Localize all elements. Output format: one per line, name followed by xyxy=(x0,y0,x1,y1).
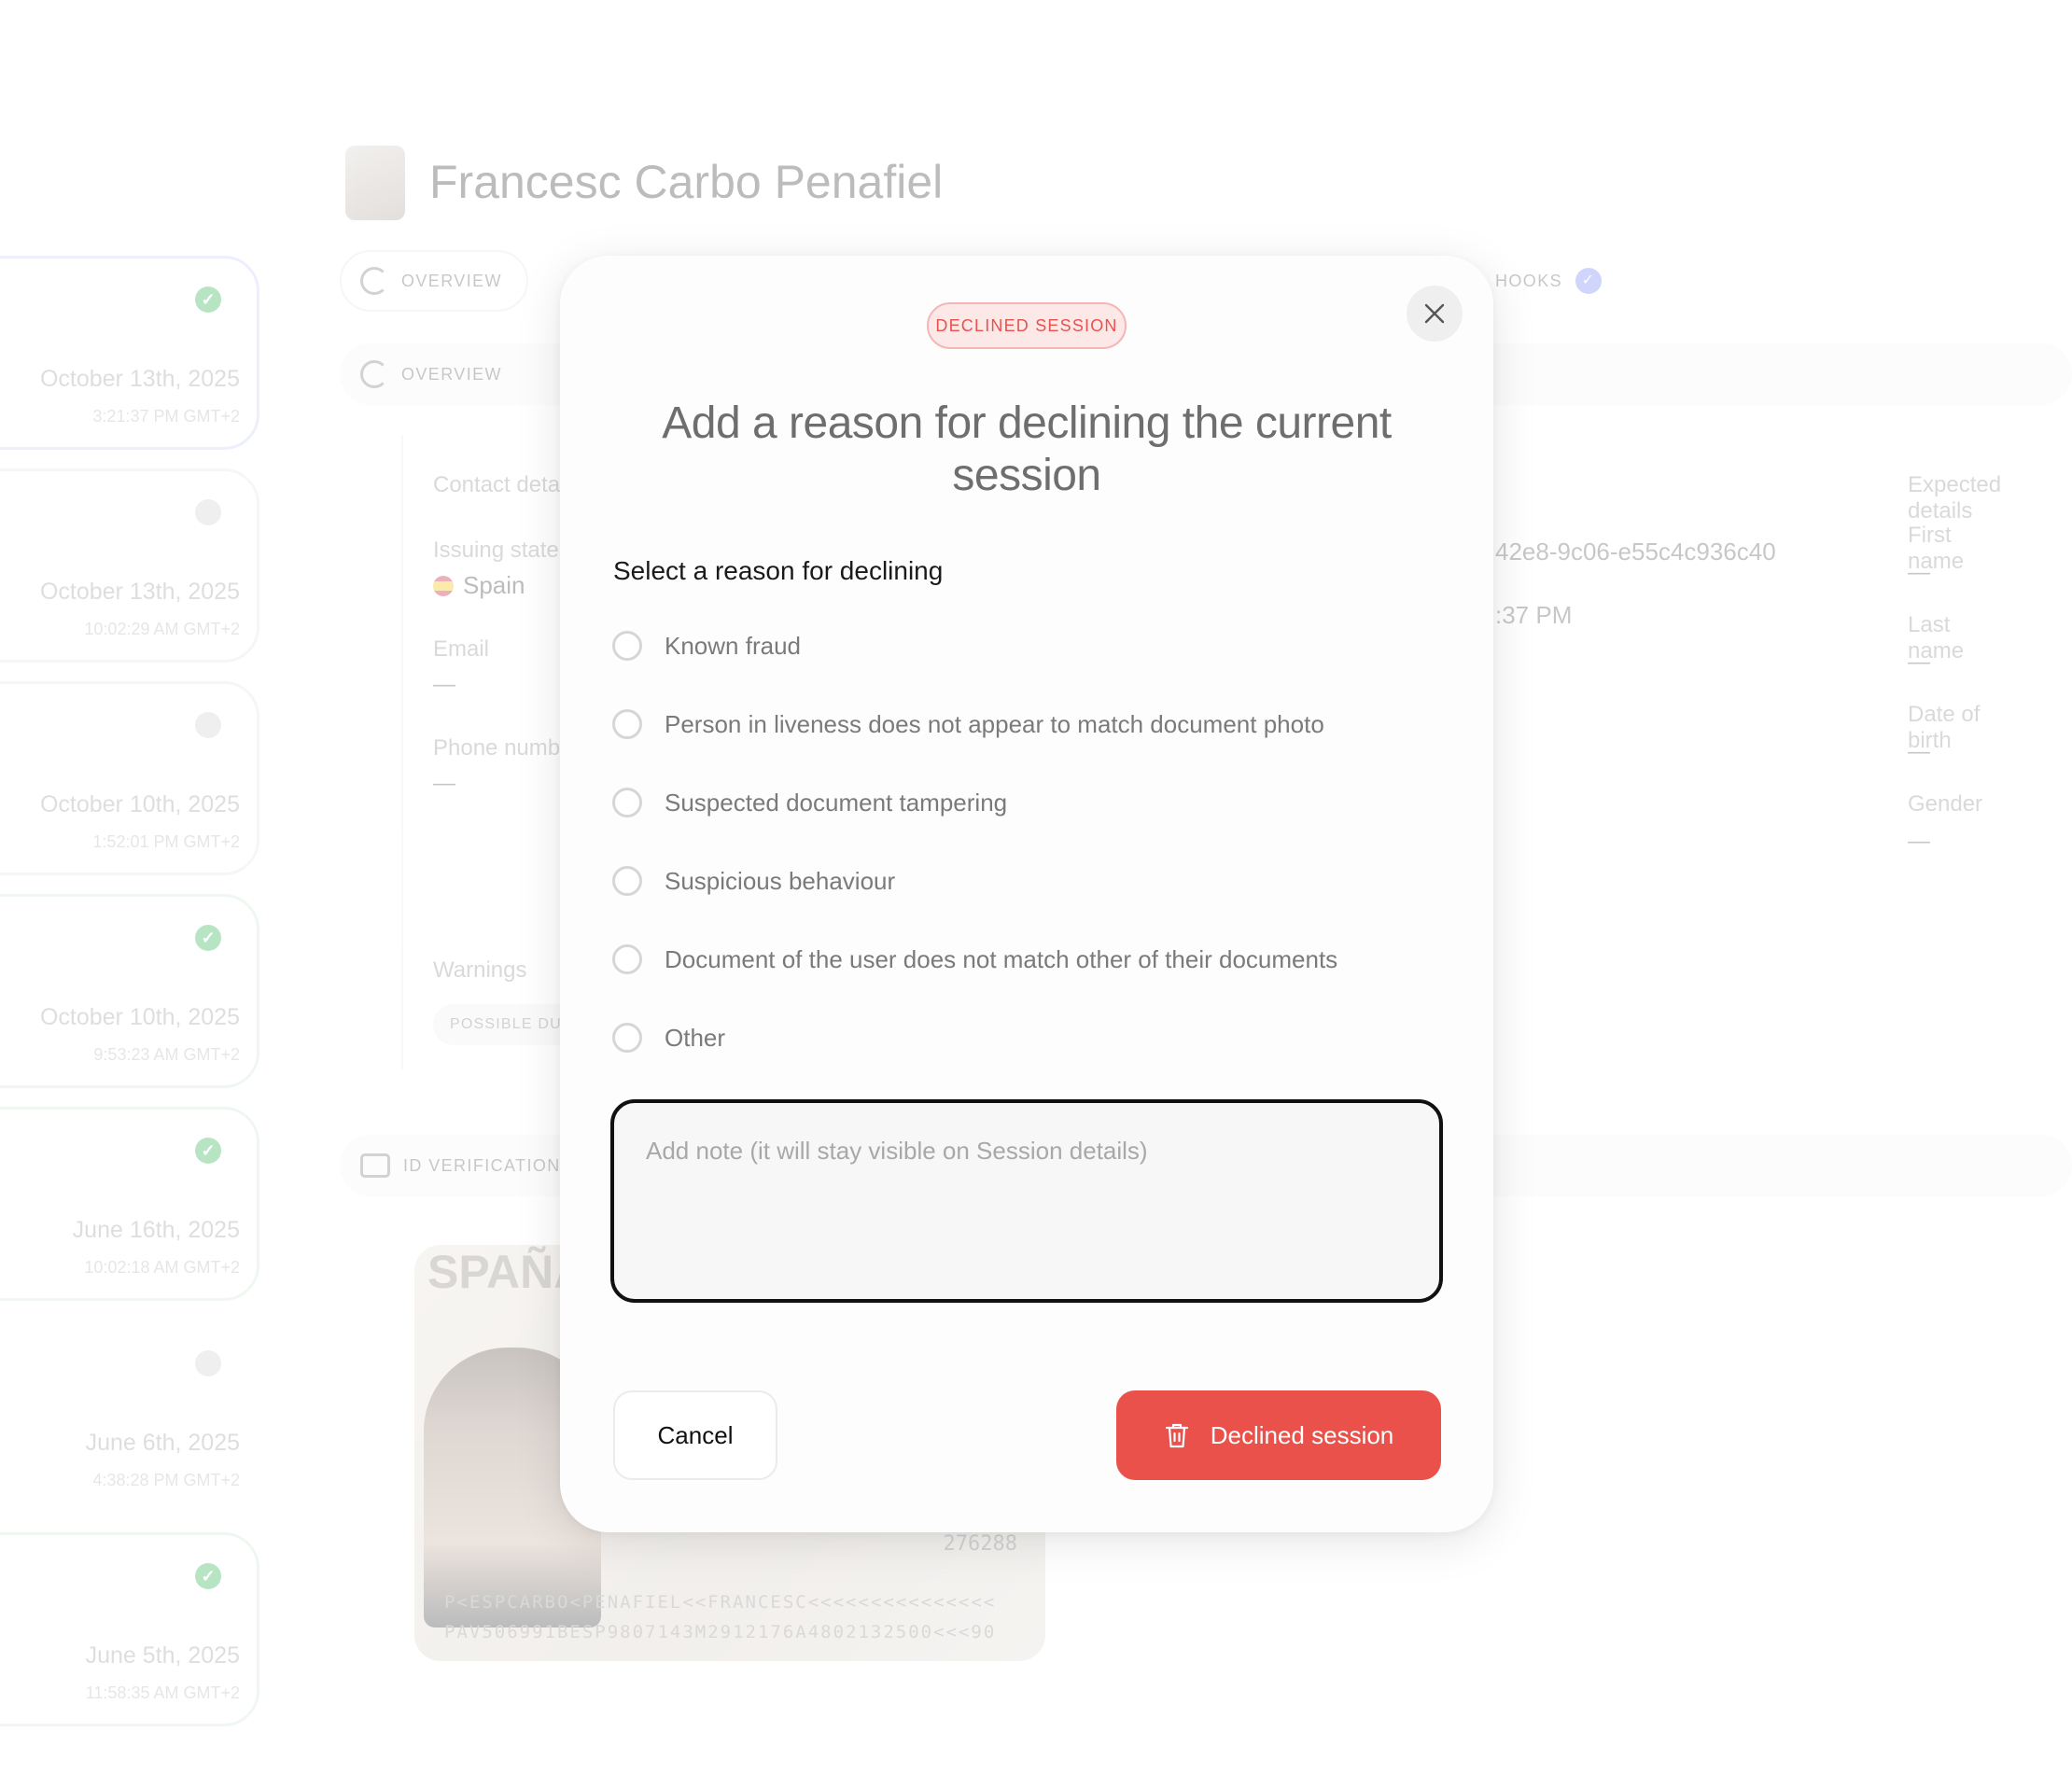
pending-icon xyxy=(195,499,221,525)
tab-webhooks-label: HOOKS xyxy=(1495,271,1563,290)
session-date: October 10th, 2025 xyxy=(39,791,240,817)
reason-label: Suspicious behaviour xyxy=(665,866,896,895)
reason-option-known-fraud[interactable]: Known fraud xyxy=(612,627,801,664)
declined-session-badge: DECLINED SESSION xyxy=(927,302,1127,349)
session-time-value: :37 PM xyxy=(1495,601,1573,629)
reason-label: Suspected document tampering xyxy=(665,788,1008,817)
reason-label: Person in liveness does not appear to ma… xyxy=(665,709,1324,738)
declined-session-button[interactable]: Declined session xyxy=(1116,1390,1441,1480)
session-date: June 16th, 2025 xyxy=(72,1217,240,1243)
email-label: Email xyxy=(433,636,490,662)
session-date: October 13th, 2025 xyxy=(39,579,240,605)
id-number: 276288 xyxy=(943,1532,1017,1556)
gender-value: — xyxy=(1908,829,1930,854)
tab-overview[interactable]: OVERVIEW xyxy=(340,250,528,312)
id-mrz-line: PAV506991BESP9807143M2912176A4802132500<… xyxy=(444,1622,997,1642)
user-avatar xyxy=(345,146,405,220)
radio-button[interactable] xyxy=(612,709,642,739)
cancel-button[interactable]: Cancel xyxy=(613,1390,777,1480)
gender-label: Gender xyxy=(1908,791,1983,817)
verified-check-icon: ✓ xyxy=(195,925,221,951)
session-date: June 5th, 2025 xyxy=(85,1642,240,1669)
radio-button[interactable] xyxy=(612,866,642,896)
verified-check-icon: ✓ xyxy=(195,1138,221,1164)
modal-title: Add a reason for declining the current s… xyxy=(662,398,1392,500)
session-card[interactable]: ✓ June 16th, 2025 10:02:18 AM GMT+2 xyxy=(0,1107,259,1301)
session-card[interactable]: ✓ June 5th, 2025 11:58:35 AM GMT+2 xyxy=(0,1532,259,1726)
tab-overview-label: OVERVIEW xyxy=(401,271,502,290)
radio-button[interactable] xyxy=(612,944,642,974)
overview-icon xyxy=(360,360,388,388)
declined-session-label: Declined session xyxy=(1210,1420,1394,1449)
reason-option-document-tampering[interactable]: Suspected document tampering xyxy=(612,784,1007,821)
session-date: October 10th, 2025 xyxy=(39,1004,240,1030)
last-name-value: — xyxy=(1908,650,1930,675)
reason-label: Known fraud xyxy=(665,631,801,660)
check-icon: ✓ xyxy=(1575,268,1603,294)
session-time: 4:38:28 PM GMT+2 xyxy=(92,1471,240,1489)
reason-option-document-mismatch[interactable]: Document of the user does not match othe… xyxy=(612,941,1337,978)
issuing-state-value: Spain xyxy=(433,571,525,600)
verified-check-icon: ✓ xyxy=(195,1563,221,1589)
issuing-state-label: Issuing state xyxy=(433,538,559,563)
radio-button[interactable] xyxy=(612,631,642,661)
section-overview-label: OVERVIEW xyxy=(401,364,502,384)
issuing-state-text: Spain xyxy=(463,571,525,599)
session-time: 10:02:29 AM GMT+2 xyxy=(84,620,240,638)
reason-option-other[interactable]: Other xyxy=(612,1019,725,1056)
warning-chip: POSSIBLE DU xyxy=(433,1004,579,1045)
session-time: 9:53:23 AM GMT+2 xyxy=(93,1045,240,1064)
session-id-value: 42e8-9c06-e55c4c936c40 xyxy=(1495,538,1776,566)
session-time: 11:58:35 AM GMT+2 xyxy=(85,1683,240,1702)
close-icon xyxy=(1424,303,1445,324)
email-value: — xyxy=(433,672,455,697)
first-name-value: — xyxy=(1908,560,1930,585)
session-card[interactable]: ✓ October 10th, 2025 9:53:23 AM GMT+2 xyxy=(0,894,259,1088)
verified-check-icon: ✓ xyxy=(195,286,221,313)
contact-details-label: Contact deta xyxy=(433,472,561,497)
session-date: October 13th, 2025 xyxy=(39,366,240,392)
section-id-verification-label: ID VERIFICATION xyxy=(403,1155,561,1175)
id-card-icon xyxy=(360,1153,390,1178)
expected-details-label: Expected details xyxy=(1908,472,2002,524)
note-textarea[interactable] xyxy=(610,1099,1443,1303)
reason-label: Other xyxy=(665,1023,726,1052)
radio-button[interactable] xyxy=(612,788,642,817)
radio-button[interactable] xyxy=(612,1023,642,1053)
close-button[interactable] xyxy=(1407,286,1463,342)
dob-value: — xyxy=(1908,739,1930,764)
reason-option-liveness-mismatch[interactable]: Person in liveness does not appear to ma… xyxy=(612,705,1324,743)
decline-session-modal: DECLINED SESSION Add a reason for declin… xyxy=(560,256,1493,1532)
session-date: June 6th, 2025 xyxy=(85,1430,240,1456)
session-card[interactable]: ✓ October 13th, 2025 3:21:37 PM GMT+2 xyxy=(0,256,259,450)
session-card[interactable]: October 13th, 2025 10:02:29 AM GMT+2 xyxy=(0,468,259,663)
session-card[interactable]: October 10th, 2025 1:52:01 PM GMT+2 xyxy=(0,681,259,875)
trash-icon xyxy=(1165,1423,1188,1448)
phone-label: Phone numb xyxy=(433,735,561,761)
overview-icon xyxy=(360,267,388,295)
user-name-title: Francesc Carbo Penafiel xyxy=(429,156,944,208)
reason-section-label: Select a reason for declining xyxy=(613,556,944,585)
tab-webhooks[interactable]: HOOKS ✓ xyxy=(1475,250,1628,312)
reason-label: Document of the user does not match othe… xyxy=(665,944,1338,973)
warnings-label: Warnings xyxy=(433,957,527,983)
session-time: 1:52:01 PM GMT+2 xyxy=(92,832,240,851)
spain-flag-icon xyxy=(433,576,454,596)
session-card[interactable]: June 6th, 2025 4:38:28 PM GMT+2 xyxy=(0,1320,259,1514)
reason-option-suspicious-behaviour[interactable]: Suspicious behaviour xyxy=(612,862,895,900)
session-time: 3:21:37 PM GMT+2 xyxy=(92,407,240,426)
phone-value: — xyxy=(433,771,455,796)
id-mrz-line: P<ESPCARBO<PENAFIEL<<FRANCESC<<<<<<<<<<<… xyxy=(444,1592,997,1613)
pending-icon xyxy=(195,1350,221,1376)
session-time: 10:02:18 AM GMT+2 xyxy=(84,1258,240,1277)
pending-icon xyxy=(195,712,221,738)
